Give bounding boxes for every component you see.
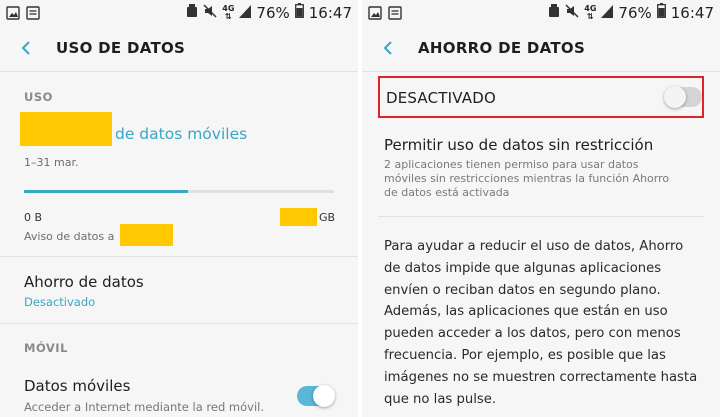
network-type-indicator: 4G ⇅ — [222, 3, 235, 21]
redacted-limit-amount — [280, 208, 317, 226]
mobile-data-title: Datos móviles — [24, 377, 131, 395]
redacted-usage-amount — [20, 112, 112, 146]
alarm-icon — [186, 3, 198, 22]
usage-progress-fill — [24, 190, 189, 193]
status-bar: 4G ⇅ 76% 16:47 — [0, 0, 358, 26]
mobile-data-toggle[interactable] — [297, 385, 335, 407]
gallery-notification-icon — [368, 5, 382, 24]
unrestricted-data-title: Permitir uso de datos sin restricción — [384, 136, 654, 154]
battery-icon — [656, 3, 666, 22]
usage-summary[interactable]: de datos móviles — [115, 125, 247, 143]
battery-percent: 76% — [618, 3, 652, 22]
alarm-icon — [548, 3, 560, 22]
mute-icon — [565, 3, 579, 22]
toggle-knob — [664, 86, 686, 108]
divider — [0, 323, 358, 324]
page-title: USO DE DATOS — [56, 39, 186, 57]
data-warning-label: Aviso de datos a — [24, 230, 115, 243]
back-arrow-icon[interactable] — [18, 39, 36, 57]
network-type-indicator: 4G ⇅ — [584, 3, 597, 21]
mobile-data-subtitle: Acceder a Internet mediante la red móvil… — [24, 400, 265, 414]
mute-icon — [203, 3, 217, 22]
data-saver-master-switch-row[interactable]: DESACTIVADO — [378, 76, 704, 118]
data-saver-title: Ahorro de datos — [24, 273, 144, 291]
data-saver-item[interactable]: Ahorro de datos Desactivado — [0, 257, 358, 323]
usage-progress-bar — [24, 190, 334, 193]
message-notification-icon — [388, 5, 402, 24]
back-arrow-icon[interactable] — [380, 39, 398, 57]
master-switch-label: DESACTIVADO — [386, 89, 497, 107]
billing-period: 1–31 mar. — [24, 156, 79, 169]
data-usage-screen: 4G ⇅ 76% 16:47 USO DE DATOS USO de datos … — [0, 0, 358, 417]
signal-icon — [601, 4, 614, 22]
toggle-knob — [313, 385, 335, 407]
status-bar: 4G ⇅ 76% 16:47 — [362, 0, 720, 26]
message-notification-icon — [26, 5, 40, 24]
battery-percent: 76% — [256, 3, 290, 22]
scale-max-unit: GB — [319, 211, 336, 224]
app-bar: USO DE DATOS — [0, 26, 358, 72]
data-saver-status: Desactivado — [24, 295, 96, 309]
data-saver-screen: 4G ⇅ 76% 16:47 AHORRO DE DATOS DESACTIVAD… — [362, 0, 720, 417]
divider — [378, 216, 704, 217]
gallery-notification-icon — [6, 5, 20, 24]
signal-icon — [239, 4, 252, 22]
data-saver-toggle[interactable] — [664, 86, 702, 108]
redacted-warning-amount — [120, 224, 173, 246]
clock: 16:47 — [670, 3, 714, 22]
page-title: AHORRO DE DATOS — [418, 39, 586, 57]
usage-section-label: USO — [24, 90, 53, 104]
data-saver-explanation: Para ayudar a reducir el uso de datos, A… — [384, 239, 698, 407]
scale-min-label: 0 B — [24, 211, 43, 224]
unrestricted-data-description: 2 aplicaciones tienen permiso para usar … — [384, 158, 670, 199]
mobile-section-label: MÓVIL — [24, 341, 68, 355]
app-bar: AHORRO DE DATOS — [362, 26, 720, 72]
battery-icon — [294, 3, 304, 22]
mobile-data-item[interactable]: Datos móviles Acceder a Internet mediant… — [0, 368, 358, 417]
clock: 16:47 — [308, 3, 352, 22]
